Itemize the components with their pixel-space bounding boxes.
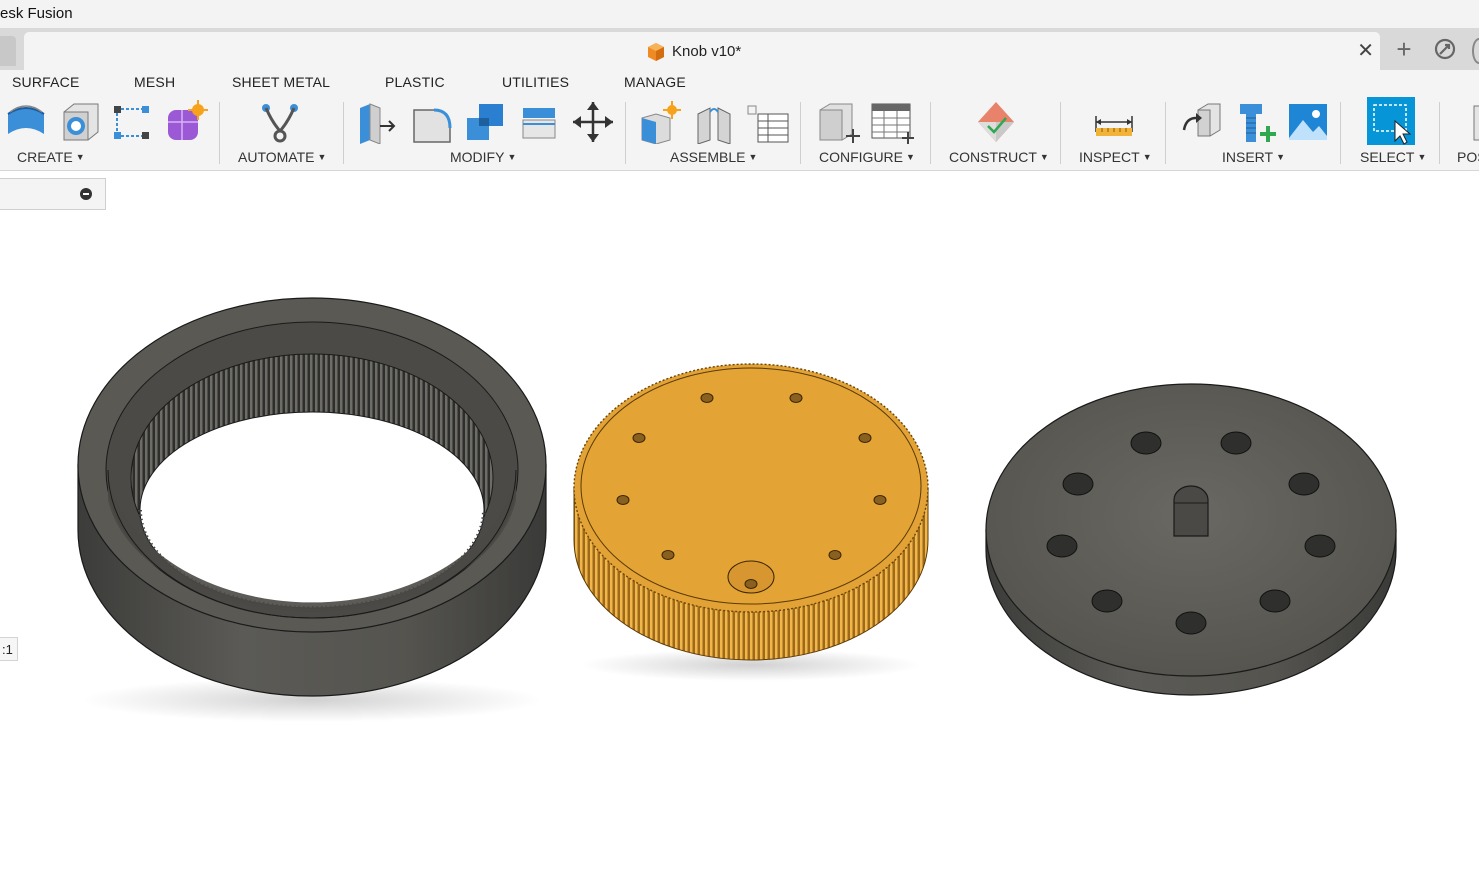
- configure-icon[interactable]: [816, 100, 860, 144]
- toolbar-divider: [343, 102, 344, 164]
- construct-menu[interactable]: CONSTRUCT ▼: [949, 149, 1049, 165]
- select-menu-label: SELECT: [1360, 149, 1415, 165]
- chevron-down-icon: ▼: [317, 152, 327, 162]
- toolbar-divider: [1060, 102, 1061, 164]
- previous-tab[interactable]: [0, 36, 16, 66]
- revolve-icon[interactable]: [58, 100, 102, 144]
- outer-ring-body[interactable]: [77, 297, 547, 722]
- select-menu[interactable]: SELECT ▼: [1360, 149, 1426, 165]
- chevron-down-icon: ▼: [748, 152, 758, 162]
- insert-mcmaster-icon[interactable]: [1234, 100, 1278, 144]
- bom-table-icon[interactable]: [746, 100, 790, 144]
- config-table-icon[interactable]: [870, 100, 914, 144]
- configure-menu-label: CONFIGURE: [819, 149, 903, 165]
- chevron-down-icon: ▼: [1039, 152, 1049, 162]
- document-tab-strip: Knob v10* ✕ +: [0, 28, 1479, 70]
- toolbar-divider: [930, 102, 931, 164]
- chevron-down-icon: ▼: [1417, 152, 1427, 162]
- measure-icon[interactable]: [1092, 100, 1136, 144]
- press-pull-icon[interactable]: [356, 100, 400, 145]
- base-disc-body[interactable]: [985, 383, 1397, 696]
- create-menu-label: CREATE: [17, 149, 73, 165]
- combine-icon[interactable]: [463, 100, 507, 144]
- workspace-tabs: SURFACE MESH SHEET METAL PLASTIC UTILITI…: [0, 70, 1479, 94]
- inspect-menu[interactable]: INSPECT ▼: [1079, 149, 1152, 165]
- assemble-menu[interactable]: ASSEMBLE ▼: [670, 149, 757, 165]
- offset-face-icon[interactable]: [517, 100, 561, 144]
- tab-mesh[interactable]: MESH: [134, 74, 175, 90]
- automate-menu[interactable]: AUTOMATE ▼: [238, 149, 326, 165]
- insert-menu[interactable]: INSERT ▼: [1222, 149, 1285, 165]
- design-cube-icon: [646, 42, 666, 67]
- document-tab[interactable]: Knob v10* ✕: [24, 32, 1380, 70]
- automate-icon[interactable]: [258, 100, 302, 144]
- assemble-menu-label: ASSEMBLE: [670, 149, 746, 165]
- scale-label: :1: [0, 637, 18, 661]
- inspect-menu-label: INSPECT: [1079, 149, 1140, 165]
- joint-icon[interactable]: [692, 100, 736, 145]
- job-status-icon[interactable]: [1434, 38, 1456, 65]
- knob-cap-body[interactable]: [573, 363, 929, 681]
- tab-utilities[interactable]: UTILITIES: [502, 74, 569, 90]
- offset-plane-icon[interactable]: [974, 100, 1018, 144]
- insert-derive-icon[interactable]: [1180, 100, 1224, 144]
- chevron-down-icon: ▼: [906, 152, 915, 162]
- title-bar: esk Fusion: [0, 0, 1479, 28]
- close-tab-icon[interactable]: ✕: [1357, 38, 1374, 63]
- extrude-surface-icon[interactable]: [4, 100, 48, 144]
- notifications-icon[interactable]: [1472, 38, 1479, 64]
- move-icon[interactable]: [571, 100, 615, 144]
- tab-sheet-metal[interactable]: SHEET METAL: [232, 74, 330, 90]
- app-title: esk Fusion: [0, 5, 73, 22]
- toolbar-divider: [625, 102, 626, 164]
- plus-icon: +: [1396, 34, 1412, 64]
- sketch-points-icon[interactable]: [110, 100, 154, 144]
- automate-menu-label: AUTOMATE: [238, 149, 315, 165]
- tab-manage[interactable]: MANAGE: [624, 74, 686, 90]
- chevron-down-icon: ▼: [1142, 152, 1152, 162]
- new-tab-button[interactable]: +: [1390, 36, 1418, 64]
- tab-plastic[interactable]: PLASTIC: [385, 74, 445, 90]
- insert-canvas-icon[interactable]: [1287, 100, 1331, 144]
- create-menu[interactable]: CREATE ▼: [17, 149, 85, 165]
- canvas-viewport[interactable]: [0, 171, 1479, 876]
- position-menu-label: POS: [1457, 149, 1479, 165]
- chevron-down-icon: ▼: [1276, 152, 1286, 162]
- document-tab-title: Knob v10*: [672, 43, 742, 60]
- toolbar-divider: [219, 102, 220, 164]
- toolbar-divider: [1439, 102, 1440, 164]
- tab-surface[interactable]: SURFACE: [12, 74, 80, 90]
- construct-menu-label: CONSTRUCT: [949, 149, 1037, 165]
- window-select-icon[interactable]: [1367, 97, 1415, 145]
- modify-menu[interactable]: MODIFY ▼: [450, 149, 516, 165]
- position-icon[interactable]: [1470, 100, 1479, 144]
- insert-menu-label: INSERT: [1222, 149, 1274, 165]
- toolbar: CREATE ▼ AUTOMATE ▼ MODIFY ▼ ASSEMBLE ▼ CONF…: [0, 94, 1479, 171]
- new-component-icon[interactable]: [638, 100, 682, 145]
- chevron-down-icon: ▼: [75, 152, 85, 162]
- toolbar-divider: [1340, 102, 1341, 164]
- configure-menu[interactable]: CONFIGURE ▼: [819, 149, 915, 165]
- toolbar-divider: [800, 102, 801, 164]
- position-menu[interactable]: POS: [1457, 149, 1479, 165]
- fillet-icon[interactable]: [410, 100, 454, 144]
- form-icon[interactable]: [164, 100, 208, 144]
- toolbar-divider: [1165, 102, 1166, 164]
- modify-menu-label: MODIFY: [450, 149, 505, 165]
- chevron-down-icon: ▼: [507, 152, 517, 162]
